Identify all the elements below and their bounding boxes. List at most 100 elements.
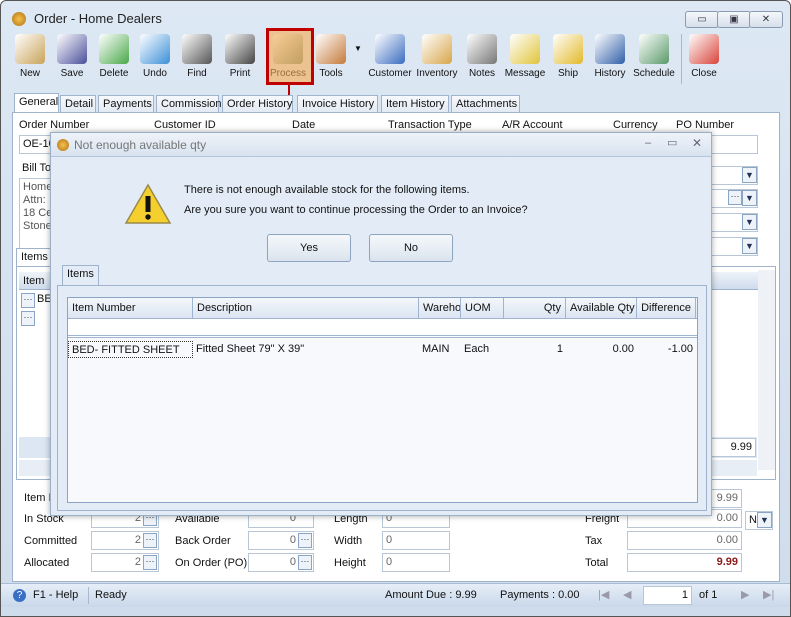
toolbar-notes-button[interactable]: Notes [460, 34, 504, 79]
back-order-label: Back Order [175, 535, 231, 547]
toolbar-ship-button[interactable]: Ship [546, 34, 590, 79]
ellipsis-button[interactable]: ··· [143, 555, 157, 570]
ellipsis-button[interactable]: ··· [298, 533, 312, 548]
page-input[interactable]: 1 [643, 586, 692, 605]
not-enough-qty-dialog: Not enough available qty – ▭ ✕ There is … [50, 132, 712, 516]
toolbar-save-button[interactable]: Save [50, 34, 94, 79]
toolbar-schedule-button[interactable]: Schedule [632, 34, 676, 79]
grid-total: 9.99 [711, 438, 756, 457]
items-tab-back[interactable]: Items [16, 248, 53, 268]
toolbar-new-button[interactable]: New [8, 34, 52, 79]
tab-order-history[interactable]: Order History [222, 95, 293, 113]
grid-cell[interactable]: BED- FITTED SHEET [68, 341, 193, 358]
boxes-icon [422, 34, 452, 64]
toolbar-label: Undo [143, 68, 167, 79]
on-order-label: On Order (PO) [175, 557, 248, 569]
grid-cell[interactable]: -1.00 [637, 341, 696, 358]
column-header[interactable]: Difference [637, 298, 696, 319]
amount-due: Amount Due : 9.99 [385, 589, 477, 601]
help-label[interactable]: F1 - Help [33, 589, 78, 601]
undo-arrow-icon [140, 34, 170, 64]
tab-detail[interactable]: Detail [60, 95, 96, 113]
next-page-icon[interactable]: ▶ [741, 588, 749, 601]
ellipsis-button[interactable]: ··· [298, 555, 312, 570]
minimize-button[interactable]: ▭ [685, 11, 719, 28]
floppy-disk-icon [57, 34, 87, 64]
yes-button[interactable]: Yes [267, 234, 351, 262]
chevron-down-icon[interactable]: ▼ [742, 190, 757, 206]
tab-item-history[interactable]: Item History [381, 95, 449, 113]
toolbar-inventory-button[interactable]: Inventory [415, 34, 459, 79]
chevron-down-icon[interactable]: ▼ [742, 167, 757, 183]
grid-cell[interactable]: 0.00 [566, 341, 637, 358]
history-person-icon [595, 34, 625, 64]
toolbar-delete-button[interactable]: Delete [92, 34, 136, 79]
dialog-close-button[interactable]: ✕ [692, 136, 702, 150]
column-header[interactable]: Available Qty [566, 298, 637, 319]
allocated-label: Allocated [24, 557, 70, 569]
tab-payments[interactable]: Payments [98, 95, 154, 113]
height-field[interactable]: 0 [382, 553, 450, 572]
toolbar-label: Close [691, 68, 717, 79]
grid-cell[interactable]: Each [461, 341, 504, 358]
column-header[interactable]: Wareho [419, 298, 461, 319]
order-number-label: Order Number [19, 119, 90, 131]
toolbar-history-button[interactable]: History [588, 34, 632, 79]
ellipsis-button[interactable]: ··· [143, 533, 157, 548]
toolbar-customer-button[interactable]: Customer [368, 34, 412, 79]
grid-cell[interactable]: 1 [504, 341, 566, 358]
ellipsis-button[interactable]: ··· [21, 311, 35, 326]
first-page-icon[interactable]: |◀ [598, 588, 609, 601]
column-header[interactable]: UOM [461, 298, 504, 319]
grid-cell[interactable]: Fitted Sheet 79" X 39" [193, 341, 419, 358]
ellipsis-button[interactable]: ··· [728, 190, 742, 205]
schedule-calendar-icon [639, 34, 669, 64]
total-label: Total [585, 557, 609, 569]
help-icon[interactable]: ? [13, 589, 26, 602]
recycle-bin-icon [99, 34, 129, 64]
customer-id-label: Customer ID [154, 119, 216, 131]
close-window-button[interactable]: ✕ [749, 11, 783, 28]
chevron-down-icon[interactable]: ▼ [742, 214, 757, 230]
filter-row[interactable] [68, 319, 697, 338]
tab-commission[interactable]: Commission [156, 95, 222, 113]
ellipsis-button[interactable]: ··· [21, 293, 35, 308]
toolbar-undo-button[interactable]: Undo [133, 34, 177, 79]
dialog-items-grid: Item Number Description Wareho UOM Qty Availa… [67, 297, 698, 503]
prev-page-icon[interactable]: ◀ [623, 588, 631, 601]
column-header[interactable]: Description [193, 298, 419, 319]
dialog-items-tab[interactable]: Items [62, 265, 99, 286]
dialog-message-1: There is not enough available stock for … [184, 184, 470, 196]
grid-cell[interactable]: MAIN [419, 341, 461, 358]
tab-general[interactable]: General [14, 93, 59, 113]
page-count: of 1 [699, 589, 718, 601]
column-header[interactable]: Item Number [68, 298, 193, 319]
chevron-down-icon[interactable]: ▼ [757, 512, 772, 528]
tab-attachments[interactable]: Attachments [451, 95, 520, 113]
payments-total: Payments : 0.00 [500, 589, 580, 601]
toolbar-close-button[interactable]: Close [682, 34, 726, 79]
dialog-app-icon [57, 139, 69, 151]
toolbar-find-button[interactable]: Find [175, 34, 219, 79]
chevron-down-icon[interactable]: ▼ [742, 238, 757, 254]
no-button[interactable]: No [369, 234, 453, 262]
dialog-maximize-button[interactable]: ▭ [667, 136, 677, 149]
toolbar-tools-button[interactable]: Tools [309, 34, 353, 79]
window-title: Order - Home Dealers [34, 11, 162, 26]
tab-invoice-history[interactable]: Invoice History [297, 95, 378, 113]
transaction-type-label: Transaction Type [388, 119, 472, 131]
dialog-minimize-button[interactable]: – [645, 137, 651, 149]
width-field[interactable]: 0 [382, 531, 450, 550]
toolbar-print-button[interactable]: Print [218, 34, 262, 79]
tools-dropdown-arrow[interactable]: ▼ [354, 44, 362, 53]
new-document-icon [15, 34, 45, 64]
maximize-button[interactable]: ▣ [717, 11, 751, 28]
toolbar-label: Message [504, 68, 546, 79]
notepad-icon [467, 34, 497, 64]
column-header[interactable]: Qty [504, 298, 566, 319]
last-page-icon[interactable]: ▶| [763, 588, 774, 601]
vertical-scrollbar[interactable] [758, 270, 775, 470]
close-window-icon [689, 34, 719, 64]
toolbar-label: Tools [319, 68, 343, 79]
toolbar-message-button[interactable]: Message [503, 34, 547, 79]
